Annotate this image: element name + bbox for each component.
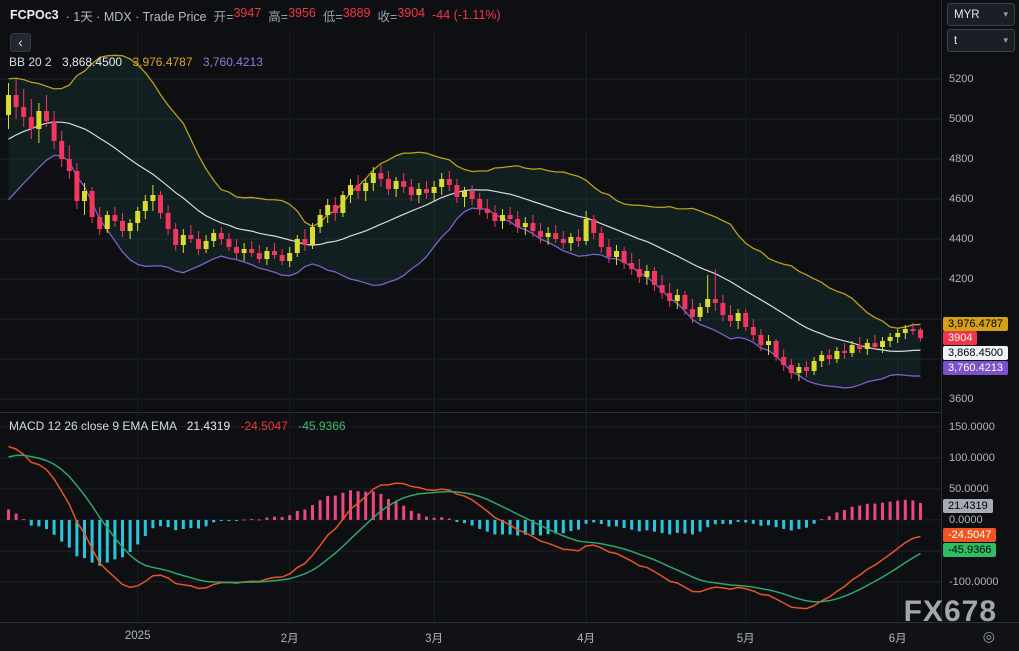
- bb-indicator-legend[interactable]: BB 20 2 3,868.4500 3,976.4787 3,760.4213: [9, 55, 263, 69]
- unit-selector[interactable]: t ▾: [947, 29, 1015, 52]
- bb-upper-value: 3,976.4787: [132, 55, 193, 69]
- back-button[interactable]: ‹: [10, 33, 31, 52]
- macd-indicator-legend[interactable]: MACD 12 26 close 9 EMA EMA 21.4319 -24.5…: [9, 419, 346, 433]
- chart-canvas[interactable]: [0, 0, 941, 622]
- bb-lower-value: 3,760.4213: [202, 55, 263, 69]
- reset-scale-icon[interactable]: ◎: [983, 628, 995, 645]
- time-axis[interactable]: 2025 2月 3月 4月 5月 6月 ◎: [0, 622, 1019, 651]
- change-value: -44 (-1.11%): [432, 8, 501, 22]
- currency-selector[interactable]: MYR ▾: [947, 3, 1015, 26]
- symbol-header: FCPOc3 · 1天 · MDX · Trade Price 开= 3947 高…: [10, 6, 501, 24]
- price-tick: 4200: [949, 273, 974, 285]
- time-tick: 2月: [280, 633, 299, 645]
- macd-signal-value: -45.9366: [298, 419, 346, 433]
- bb-upper-badge: 3,976.4787: [943, 317, 1009, 331]
- currency-selector-value: MYR: [954, 8, 980, 21]
- open-value: 开= 3947: [213, 5, 262, 24]
- macd-legend-title: MACD 12 26 close 9 EMA EMA: [9, 419, 177, 433]
- chevron-left-icon: ‹: [18, 34, 23, 50]
- price-tick: 4800: [949, 153, 974, 165]
- bb-basis-badge: 3,868.4500: [943, 346, 1009, 360]
- macd-signal-badge: -45.9366: [943, 543, 997, 557]
- bb-basis-value: 3,868.4500: [62, 55, 123, 69]
- macd-line-value: -24.5047: [240, 419, 288, 433]
- chevron-down-icon: ▾: [1003, 9, 1008, 19]
- bb-lower-badge: 3,760.4213: [943, 361, 1009, 375]
- macd-hist-value: 21.4319: [186, 419, 231, 433]
- macd-tick: 150.0000: [949, 420, 995, 433]
- macd-tick: 50.0000: [949, 482, 989, 495]
- last-price-badge: 3904: [943, 331, 978, 345]
- price-axis[interactable]: MYR ▾ t ▾ 5200 5000 4800 4600 4400 4200 3600 1…: [941, 0, 1019, 622]
- price-tick: 5200: [949, 73, 974, 85]
- time-tick: 3月: [425, 633, 444, 645]
- macd-hist-badge: 21.4319: [943, 499, 993, 513]
- macd-tick: 0.0000: [949, 513, 983, 526]
- macd-tick: -100.0000: [949, 575, 999, 588]
- price-tick: 5000: [949, 113, 974, 125]
- trading-chart-app: FCPOc3 · 1天 · MDX · Trade Price 开= 3947 高…: [0, 0, 1019, 651]
- symbol-title[interactable]: FCPOc3: [10, 8, 59, 22]
- unit-selector-value: t: [954, 34, 958, 47]
- time-tick: 4月: [577, 633, 596, 645]
- time-tick: 2025: [124, 630, 151, 642]
- price-tick: 4600: [949, 193, 974, 205]
- high-value: 高= 3956: [268, 5, 316, 24]
- time-tick: 5月: [736, 633, 755, 645]
- macd-tick: 100.0000: [949, 451, 995, 464]
- price-tick: 4400: [949, 233, 974, 245]
- time-tick: 6月: [888, 633, 907, 645]
- macd-line-badge: -24.5047: [943, 528, 997, 542]
- chevron-down-icon: ▾: [1003, 35, 1008, 45]
- symbol-meta: · 1天 · MDX · Trade Price: [65, 9, 207, 24]
- bb-legend-title: BB 20 2: [9, 55, 52, 69]
- chart-plot-area[interactable]: [0, 0, 941, 622]
- close-value: 收= 3904: [377, 5, 426, 24]
- low-value: 低= 3889: [322, 5, 371, 24]
- price-tick: 3600: [949, 393, 974, 405]
